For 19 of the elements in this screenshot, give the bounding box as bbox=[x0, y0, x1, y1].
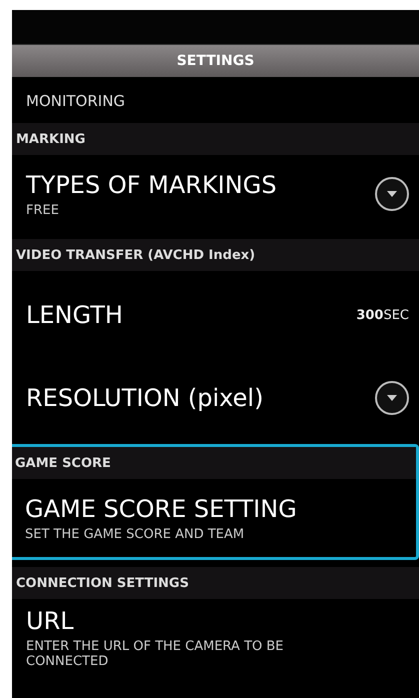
setting-label[interactable]: URL bbox=[26, 607, 326, 635]
setting-label[interactable]: GAME SCORE SETTING bbox=[25, 494, 297, 522]
setting-description: MONITORING bbox=[25, 91, 126, 112]
section-header: MARKING bbox=[12, 123, 419, 155]
caret-icon bbox=[387, 191, 397, 197]
setting-description: ENTER THE URL OF THE CAMERA TO BE CONNECTED bbox=[26, 639, 285, 669]
section-header: CONNECTION SETTINGS bbox=[12, 567, 419, 599]
setting-description: SET THE GAME SCORE AND TEAM bbox=[25, 526, 246, 542]
screen-title: SETTINGS bbox=[12, 44, 419, 77]
dropdown-button[interactable] bbox=[375, 381, 409, 415]
section-header: VIDEO TRANSFER (AVCHD Index) bbox=[12, 239, 419, 271]
setting-label[interactable]: TYPES OF MARKINGS bbox=[26, 170, 277, 198]
setting-value: 300SEC bbox=[356, 308, 409, 322]
section-header: GAME SCORE bbox=[12, 447, 416, 479]
setting-label[interactable]: LENGTH bbox=[26, 301, 123, 329]
caret-icon bbox=[387, 395, 397, 401]
setting-label[interactable]: RESOLUTION (pixel) bbox=[26, 384, 264, 412]
setting-description: FREE bbox=[26, 202, 60, 218]
dropdown-button[interactable] bbox=[375, 177, 409, 211]
